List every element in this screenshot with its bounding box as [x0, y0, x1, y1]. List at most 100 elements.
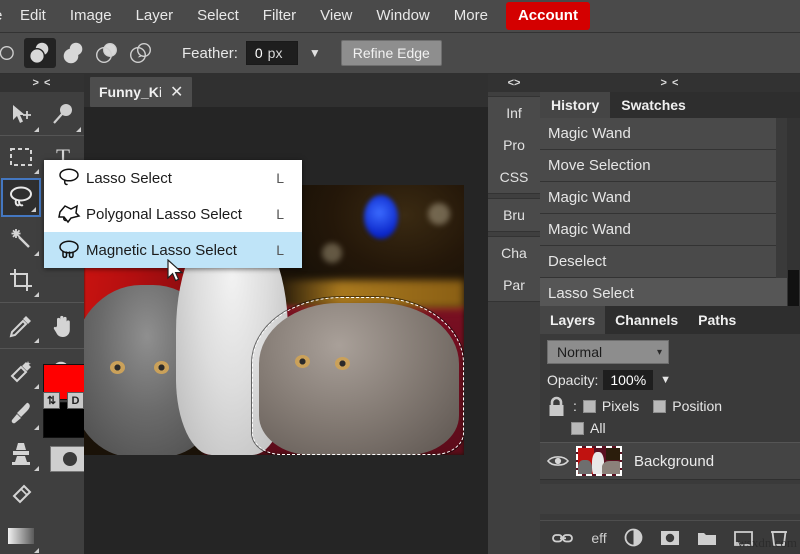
adjustment-layer-icon[interactable]: [624, 528, 643, 547]
opacity-input[interactable]: 100%: [603, 370, 653, 390]
toolbox-divider: [0, 348, 84, 349]
history-item[interactable]: Magic Wand: [540, 118, 776, 150]
magic-wand-tool[interactable]: [0, 218, 42, 259]
new-selection-mode-button[interactable]: [24, 38, 56, 68]
image-kitten-eye: [110, 361, 125, 374]
tool-more-triangle-icon: [34, 292, 39, 297]
tab-history[interactable]: History: [540, 92, 610, 118]
polygonal-lasso-icon: [52, 203, 86, 225]
menu-image[interactable]: Image: [58, 2, 124, 30]
panel-tab-properties[interactable]: Pro: [488, 129, 540, 161]
feather-unit: px: [268, 45, 283, 61]
gradient-tool[interactable]: [0, 515, 42, 554]
menu-window[interactable]: Window: [364, 2, 441, 30]
tab-layers[interactable]: Layers: [540, 306, 605, 334]
eyedropper-icon: [8, 313, 34, 339]
marquee-icon: [8, 146, 34, 168]
panel-tab-info[interactable]: Inf: [488, 97, 540, 129]
paintbrush-icon: [8, 400, 34, 426]
watermark: wsxdn.com: [737, 535, 797, 551]
image-kitten-eye: [154, 361, 169, 374]
healing-brush-tool[interactable]: [0, 351, 42, 392]
selection-mode-partial-icon[interactable]: [0, 38, 22, 68]
link-layers-icon[interactable]: [552, 531, 574, 545]
hand-tool[interactable]: [42, 305, 84, 346]
crop-tool[interactable]: [0, 259, 42, 300]
history-item[interactable]: Magic Wand: [540, 182, 776, 214]
lock-position-label: Position: [672, 398, 722, 414]
subtract-from-selection-mode-button[interactable]: [92, 38, 124, 68]
menu-edit[interactable]: Edit: [8, 2, 58, 30]
lock-position-checkbox[interactable]: [653, 400, 666, 413]
blend-mode-value: Normal: [557, 344, 602, 360]
clone-stamp-tool[interactable]: [0, 433, 42, 474]
history-scrollbar[interactable]: [787, 118, 800, 306]
layer-mask-icon[interactable]: [660, 530, 680, 546]
brush-tool[interactable]: [0, 392, 42, 433]
new-group-icon[interactable]: [697, 530, 717, 546]
menu-more[interactable]: More: [442, 2, 500, 30]
menu-layer[interactable]: Layer: [124, 2, 186, 30]
lock-all-checkbox[interactable]: [571, 422, 584, 435]
history-scrollbar-thumb[interactable]: [788, 270, 799, 306]
chevron-down-icon[interactable]: ▼: [309, 46, 321, 60]
eraser-tool[interactable]: [0, 474, 42, 515]
panel-tab-character[interactable]: Cha: [488, 237, 540, 269]
chevron-down-icon[interactable]: ▼: [660, 374, 671, 386]
move-tool[interactable]: [0, 94, 42, 135]
lock-pixels-checkbox[interactable]: [583, 400, 596, 413]
history-item[interactable]: Magic Wand: [540, 214, 776, 246]
blend-mode-select[interactable]: Normal ▾: [547, 340, 669, 364]
eyedropper-tool[interactable]: [0, 305, 42, 346]
menu-select[interactable]: Select: [185, 2, 251, 30]
lasso-tool-flyout-menu: Lasso Select L Polygonal Lasso Select L: [44, 160, 302, 268]
panel-tab-brushes[interactable]: Bru: [488, 199, 540, 231]
layer-row-background[interactable]: Background: [540, 442, 800, 480]
tab-swatches[interactable]: Swatches: [610, 92, 697, 118]
layer-visibility-toggle[interactable]: [540, 454, 576, 468]
rectangular-marquee-tool[interactable]: [0, 136, 42, 177]
tool-more-triangle-icon: [34, 169, 39, 174]
spacer: [42, 474, 84, 515]
history-list: Magic Wand Move Selection Magic Wand Mag…: [540, 118, 800, 310]
refine-edge-button[interactable]: Refine Edge: [341, 40, 442, 66]
magnetic-lasso-icon: [52, 239, 86, 261]
history-item[interactable]: Move Selection: [540, 150, 776, 182]
layer-effects-icon[interactable]: eff: [591, 530, 606, 546]
zoom-loupe-tool[interactable]: [42, 94, 84, 135]
menu-filter[interactable]: Filter: [251, 2, 308, 30]
panel-expand-button[interactable]: <>: [488, 74, 540, 92]
close-icon[interactable]: ✕: [170, 82, 183, 102]
menu-file[interactable]: e: [0, 2, 8, 30]
add-to-selection-mode-button[interactable]: [58, 38, 90, 68]
history-panel-collapse-button[interactable]: > <: [540, 74, 800, 92]
document-tab[interactable]: Funny_Kit ✕: [90, 77, 192, 107]
tab-paths[interactable]: Paths: [688, 306, 746, 334]
stamp-icon: [8, 441, 34, 467]
history-item[interactable]: Deselect: [540, 246, 776, 278]
flyout-item-label: Lasso Select: [86, 170, 276, 187]
marching-ants-selection: [252, 297, 464, 455]
image-bokeh: [322, 243, 342, 263]
flyout-item-lasso-select[interactable]: Lasso Select L: [44, 160, 302, 196]
flyout-item-label: Magnetic Lasso Select: [86, 242, 276, 259]
feather-input[interactable]: 0px: [246, 41, 298, 65]
swap-colors-icon[interactable]: ⇅: [43, 392, 60, 409]
image-bokeh: [428, 203, 450, 225]
flyout-item-shortcut: L: [276, 242, 292, 258]
crop-icon: [8, 267, 34, 293]
toolbox-collapse-button[interactable]: > <: [0, 74, 84, 92]
account-button[interactable]: Account: [506, 2, 590, 30]
menu-view[interactable]: View: [308, 2, 364, 30]
tab-channels[interactable]: Channels: [605, 306, 688, 334]
layer-thumbnail[interactable]: [576, 446, 622, 476]
intersect-selection-mode-button[interactable]: [126, 38, 158, 68]
document-tab-strip: Funny_Kit ✕: [84, 74, 540, 107]
lasso-tool[interactable]: [1, 178, 41, 217]
default-colors-icon[interactable]: D: [67, 392, 84, 409]
lock-pixels-label: Pixels: [602, 398, 639, 414]
panel-tab-paragraph[interactable]: Par: [488, 269, 540, 301]
move-icon: [8, 102, 34, 128]
flyout-item-polygonal-lasso-select[interactable]: Polygonal Lasso Select L: [44, 196, 302, 232]
panel-tab-css[interactable]: CSS: [488, 161, 540, 193]
